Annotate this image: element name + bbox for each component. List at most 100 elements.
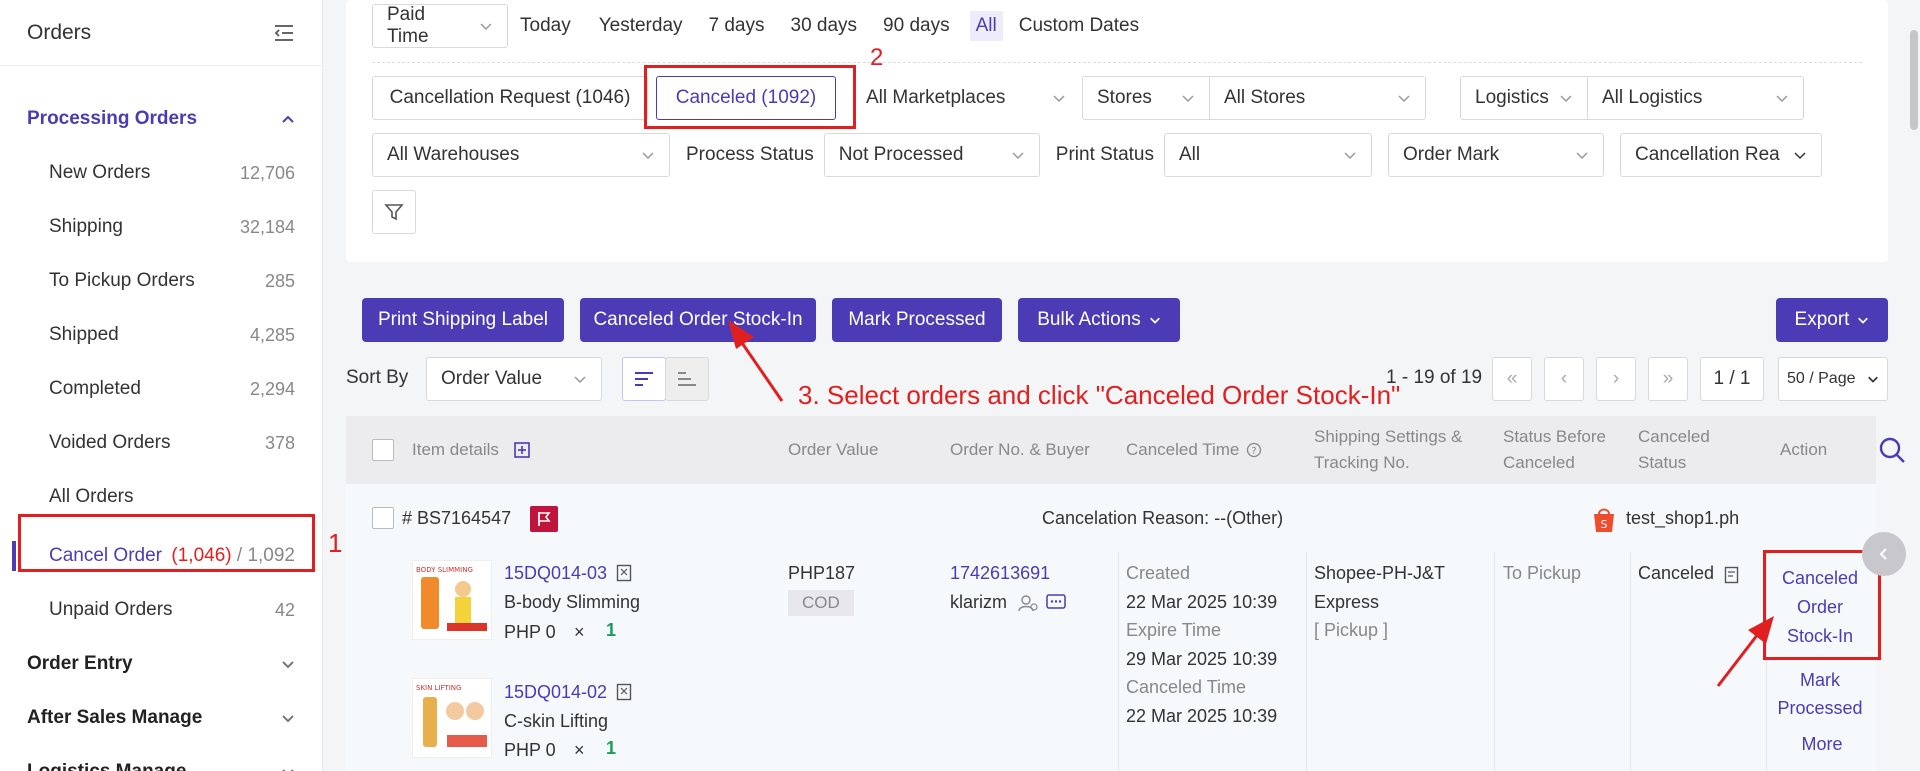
side-panel-toggle[interactable] — [1862, 532, 1906, 576]
select-value: Order Mark — [1403, 144, 1500, 165]
button-label: Bulk Actions — [1037, 309, 1141, 330]
mark-processed-link[interactable]: Mark Processed — [1772, 666, 1868, 722]
chevron-down-icon — [1344, 152, 1356, 160]
date-custom[interactable]: Custom Dates — [1019, 15, 1139, 37]
row-checkbox[interactable] — [372, 507, 394, 529]
chevron-down-icon — [1182, 95, 1194, 103]
tab-cancellation-request[interactable]: Cancellation Request (1046) — [372, 76, 648, 120]
print-status-label: Print Status — [1055, 144, 1154, 165]
flag-icon[interactable] — [530, 506, 558, 532]
sidebar-item-to-pickup[interactable]: To Pickup Orders 285 — [0, 254, 322, 308]
sidebar-item-label: Shipping — [49, 216, 123, 237]
print-status-select[interactable]: All — [1164, 133, 1372, 177]
item-quantity: 1 — [606, 620, 617, 640]
scrollbar-thumb[interactable] — [1910, 30, 1918, 130]
next-page-button[interactable]: › — [1596, 357, 1636, 401]
button-label: Export — [1794, 309, 1850, 330]
bookmark-icon[interactable] — [616, 564, 632, 582]
chevron-right-icon: › — [1612, 368, 1620, 389]
paid-time-select[interactable]: Paid Time — [372, 4, 508, 48]
payment-badge: COD — [788, 590, 854, 616]
cancellation-reason-select[interactable]: Cancellation Rea — [1620, 133, 1822, 177]
sidebar-item-count: 32,184 — [239, 216, 295, 237]
order-number[interactable]: 1742613691 — [950, 559, 1050, 588]
sidebar-item-new-orders[interactable]: New Orders 12,706 — [0, 146, 322, 200]
table-row: # BS7164547 Cancelation Reason: --(Other… — [346, 484, 1876, 771]
process-status-select[interactable]: Not Processed — [823, 133, 1040, 177]
chevron-down-icon — [1560, 95, 1572, 103]
highlight-cancel-order — [18, 514, 315, 572]
warehouses-select[interactable]: All Warehouses — [372, 133, 670, 177]
item-sku[interactable]: 15DQ014-02 — [504, 678, 607, 707]
sidebar-item-count: 12,706 — [239, 162, 295, 183]
filter-button[interactable] — [372, 190, 416, 234]
sidebar-item-label: All Orders — [49, 486, 134, 507]
help-icon[interactable]: ? — [1246, 442, 1262, 458]
bulk-actions-button[interactable]: Bulk Actions — [1018, 298, 1180, 342]
user-info-icon[interactable] — [1018, 594, 1038, 612]
more-actions-link[interactable]: More — [1772, 734, 1872, 755]
sidebar-group-order-entry[interactable]: Order Entry — [0, 637, 322, 691]
logistics-select[interactable]: All Logistics — [1588, 76, 1804, 120]
sidebar-item-voided[interactable]: Voided Orders 378 — [0, 416, 322, 470]
sidebar-group-logistics[interactable]: Logistics Manage — [0, 745, 322, 771]
first-page-button[interactable]: « — [1492, 357, 1532, 401]
bookmark-icon[interactable] — [616, 683, 632, 701]
sidebar-item-label: Unpaid Orders — [49, 599, 173, 620]
date-30-days[interactable]: 30 days — [791, 15, 858, 37]
select-value: Order Value — [441, 368, 543, 389]
sidebar-group-after-sales[interactable]: After Sales Manage — [0, 691, 322, 745]
sidebar-group-processing[interactable]: Processing Orders — [0, 92, 322, 146]
more-filter-row: All Warehouses Process Status Not Proces… — [372, 133, 1822, 177]
select-value: All Warehouses — [387, 144, 520, 165]
date-all[interactable]: All — [969, 11, 1003, 41]
link-line: Mark — [1800, 670, 1840, 690]
collapse-menu-icon[interactable] — [273, 23, 295, 43]
last-page-button[interactable]: » — [1648, 357, 1688, 401]
date-7-days[interactable]: 7 days — [709, 15, 765, 37]
search-icon[interactable] — [1878, 436, 1906, 464]
canceled-time-label: Canceled Time — [1126, 677, 1247, 697]
sort-select[interactable]: Order Value — [426, 357, 602, 401]
col-item-details: Item details — [412, 440, 499, 459]
canceled-time: 22 Mar 2025 10:39 — [1126, 706, 1278, 726]
prev-page-button[interactable]: ‹ — [1544, 357, 1584, 401]
sidebar-item-shipping[interactable]: Shipping 32,184 — [0, 200, 322, 254]
date-today[interactable]: Today — [520, 15, 571, 37]
canceled-status: Canceled — [1638, 563, 1715, 583]
date-yesterday[interactable]: Yesterday — [599, 15, 683, 37]
sidebar-item-unpaid[interactable]: Unpaid Orders 42 — [0, 583, 322, 637]
sidebar-item-shipped[interactable]: Shipped 4,285 — [0, 308, 322, 362]
order-mark-select[interactable]: Order Mark — [1388, 133, 1604, 177]
expire-time: 29 Mar 2025 10:39 — [1126, 649, 1278, 669]
page-size-select[interactable]: 50 / Page — [1778, 357, 1888, 401]
sidebar-item-completed[interactable]: Completed 2,294 — [0, 362, 322, 416]
col-shipping-2: Tracking No. — [1314, 453, 1410, 472]
pagination-range: 1 - 19 of 19 — [1386, 367, 1483, 388]
page-input[interactable]: 1 / 1 — [1700, 357, 1764, 401]
funnel-icon — [384, 204, 404, 221]
sort-asc-button[interactable] — [665, 357, 709, 401]
select-all-checkbox[interactable] — [372, 439, 394, 461]
item-sku[interactable]: 15DQ014-03 — [504, 559, 607, 588]
sort-desc-button[interactable] — [622, 357, 666, 401]
item-name: B-body Slimming — [504, 592, 641, 612]
select-value: Cancellation Rea — [1635, 144, 1780, 165]
col-status-before-1: Status Before — [1503, 427, 1607, 446]
mark-processed-button[interactable]: Mark Processed — [832, 298, 1002, 342]
note-icon[interactable] — [1724, 566, 1740, 584]
annotation-arrow-action — [1716, 616, 1774, 687]
expand-plus-icon[interactable] — [514, 442, 530, 458]
thumb-text: SKIN LIFTING — [416, 684, 461, 692]
select-value: All Stores — [1224, 87, 1306, 108]
date-90-days[interactable]: 90 days — [883, 15, 950, 37]
stores-select[interactable]: All Stores — [1210, 76, 1426, 120]
chevron-left-icon: ‹ — [1560, 368, 1568, 389]
marketplaces-select[interactable]: All Marketplaces — [866, 76, 1066, 120]
logistics-type-select[interactable]: Logistics — [1460, 76, 1588, 120]
stores-type-select[interactable]: Stores — [1082, 76, 1210, 120]
chat-icon[interactable] — [1046, 594, 1066, 612]
print-shipping-label-button[interactable]: Print Shipping Label — [362, 298, 564, 342]
sidebar-item-label: Shipped — [49, 324, 119, 345]
export-button[interactable]: Export — [1776, 298, 1888, 342]
